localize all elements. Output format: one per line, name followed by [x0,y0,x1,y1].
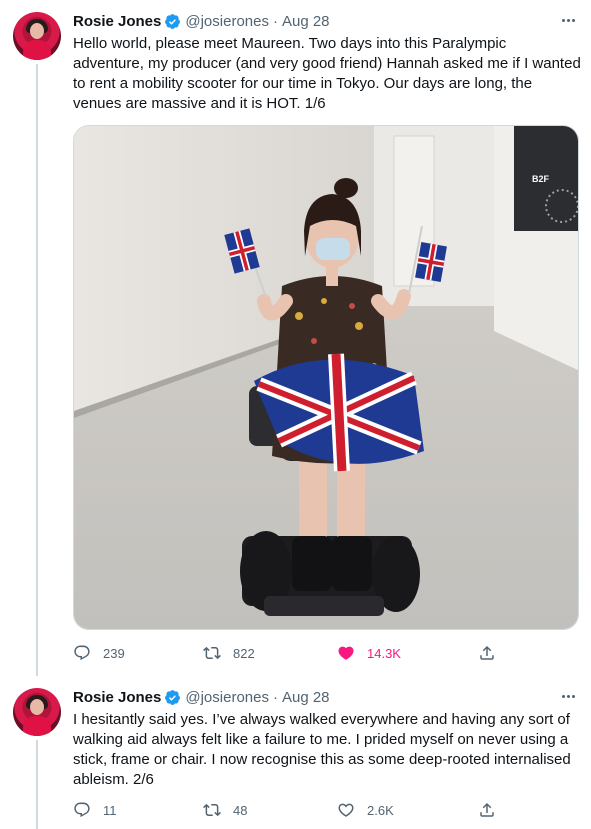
like-button[interactable]: 14.3K [337,643,401,663]
tweet-date[interactable]: Aug 28 [282,689,330,706]
tweet-date[interactable]: Aug 28 [282,13,330,30]
heart-icon [338,646,354,660]
reply-count: 11 [103,802,117,818]
like-button[interactable]: 2.6K [337,800,394,820]
share-button[interactable] [478,643,496,663]
tweet-header: Rosie Jones @josierones · Aug 28 [73,11,330,31]
tweet[interactable]: Rosie Jones @josierones · Aug 28 I hesit… [0,676,591,829]
tweet-header: Rosie Jones @josierones · Aug 28 [73,687,330,707]
author-handle[interactable]: @josierones [185,689,269,706]
tweet-photo[interactable]: B2F [73,125,579,630]
heart-icon [338,803,354,817]
tweet-actions: 239 822 14.3K [73,643,503,663]
separator: · [272,12,278,30]
avatar[interactable] [13,688,61,736]
media-sign-label: B2F [532,174,550,184]
like-count: 14.3K [367,645,401,661]
like-count: 2.6K [367,802,394,818]
retweet-button[interactable]: 48 [203,800,247,820]
share-button[interactable] [478,800,496,820]
retweet-icon [203,803,221,817]
verified-badge-icon [165,13,181,29]
author-name[interactable]: Rosie Jones [73,689,161,706]
retweet-icon [203,646,221,660]
tweet-actions: 11 48 2.6K [73,800,503,820]
share-icon [480,645,494,660]
share-icon [480,802,494,817]
reply-count: 239 [103,645,125,661]
reply-icon [74,802,90,818]
author-handle[interactable]: @josierones [185,13,269,30]
reply-icon [74,645,90,661]
separator: · [272,688,278,706]
retweet-count: 48 [233,802,248,818]
reply-button[interactable]: 11 [73,800,117,820]
more-options-icon[interactable] [557,10,579,30]
retweet-button[interactable]: 822 [203,643,255,663]
reply-button[interactable]: 239 [73,643,125,663]
verified-badge-icon [165,689,181,705]
tweet-text: Hello world, please meet Maureen. Two da… [73,35,581,112]
thread-line [36,740,38,829]
more-options-icon[interactable] [557,686,579,706]
thread-line [36,64,38,676]
tweet-text: I hesitantly said yes. I’ve always walke… [73,711,571,788]
retweet-count: 822 [233,645,255,661]
author-name[interactable]: Rosie Jones [73,13,161,30]
avatar[interactable] [13,12,61,60]
tweet[interactable]: Rosie Jones @josierones · Aug 28 Hello w… [0,0,591,676]
